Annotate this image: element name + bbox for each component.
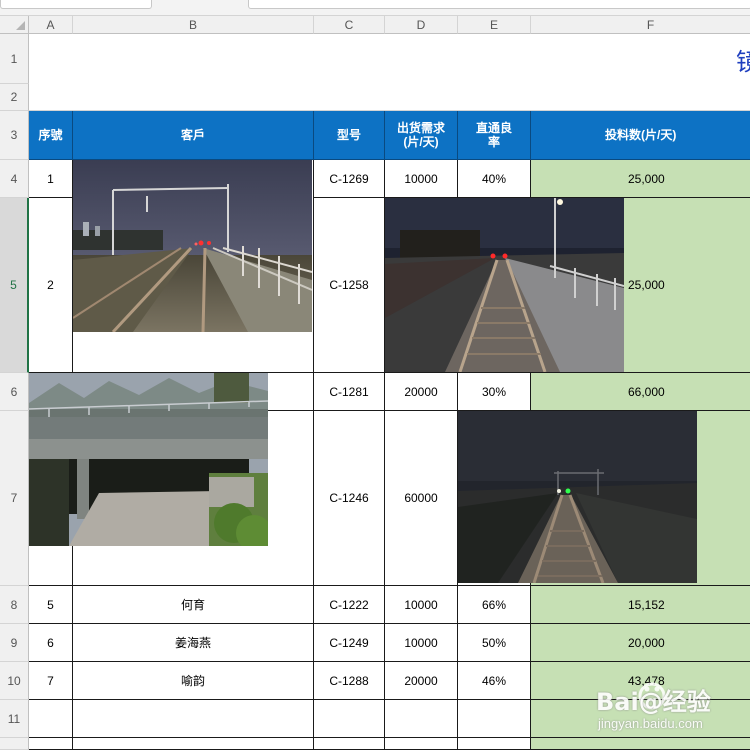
railway-night-photo-2[interactable] [458, 411, 697, 583]
cell-model[interactable]: C-1222 [314, 586, 385, 624]
cell-yield[interactable]: 30% [458, 373, 531, 411]
cell-yield[interactable]: 46% [458, 662, 531, 700]
row-header-1[interactable]: 1 [0, 34, 29, 84]
cell-empty[interactable] [531, 700, 750, 738]
cell-demand[interactable]: 20000 [385, 373, 458, 411]
cell-seq[interactable]: 1 [29, 160, 73, 198]
header-input[interactable]: 投料数(片/天) [531, 111, 750, 160]
cell-input[interactable]: 43,478 [531, 662, 750, 700]
cell-empty[interactable] [458, 700, 531, 738]
cell-input[interactable]: 20,000 [531, 624, 750, 662]
row-header-6[interactable]: 6 [0, 373, 29, 411]
sheet-title: 镜 [736, 48, 750, 76]
header-seq[interactable]: 序號 [29, 111, 73, 160]
toolbar-strip [0, 0, 750, 16]
header-customer[interactable]: 客戶 [73, 111, 314, 160]
cell-empty[interactable] [385, 738, 458, 750]
cell-empty[interactable] [531, 738, 750, 750]
bridge-photo[interactable] [29, 373, 268, 546]
header-model[interactable]: 型号 [314, 111, 385, 160]
header-yield[interactable]: 直通良率 [458, 111, 531, 160]
cell-model[interactable]: C-1249 [314, 624, 385, 662]
column-header-a[interactable]: A [29, 16, 73, 34]
railway-night-photo-1[interactable] [385, 198, 624, 372]
cell-empty[interactable] [73, 700, 314, 738]
row-header-8[interactable]: 8 [0, 586, 29, 624]
cell-empty[interactable] [385, 700, 458, 738]
formula-bar[interactable] [248, 0, 750, 9]
cell-empty[interactable] [314, 700, 385, 738]
row-header-2[interactable]: 2 [0, 84, 29, 111]
cell-yield[interactable]: 50% [458, 624, 531, 662]
cell-empty[interactable] [29, 738, 73, 750]
header-demand[interactable]: 出货需求(片/天) [385, 111, 458, 160]
cell-empty[interactable] [458, 738, 531, 750]
column-header-f[interactable]: F [531, 16, 750, 34]
row-header-12[interactable] [0, 738, 29, 750]
cell-yield[interactable]: 66% [458, 586, 531, 624]
cell-model[interactable]: C-1269 [314, 160, 385, 198]
cell-demand[interactable]: 10000 [385, 624, 458, 662]
cell-input[interactable]: 25,000 [531, 160, 750, 198]
row-header-11[interactable]: 11 [0, 700, 29, 738]
cell-seq[interactable]: 7 [29, 662, 73, 700]
cell-customer[interactable]: 姜海燕 [73, 624, 314, 662]
cell-demand[interactable]: 60000 [385, 411, 458, 586]
row-header-7[interactable]: 7 [0, 411, 29, 586]
column-header-b[interactable]: B [73, 16, 314, 34]
row-header-9[interactable]: 9 [0, 624, 29, 662]
cell-model[interactable]: C-1246 [314, 411, 385, 586]
cell-customer[interactable]: 何育 [73, 586, 314, 624]
row-header-3[interactable]: 3 [0, 111, 29, 160]
cell-seq[interactable]: 2 [29, 198, 73, 373]
cell-input[interactable]: 66,000 [531, 373, 750, 411]
title-area[interactable] [29, 34, 750, 111]
column-header-c[interactable]: C [314, 16, 385, 34]
cell-empty[interactable] [73, 738, 314, 750]
cell-customer[interactable]: 喻韵 [73, 662, 314, 700]
cell-input[interactable]: 15,152 [531, 586, 750, 624]
cell-seq[interactable]: 6 [29, 624, 73, 662]
cell-yield[interactable]: 40% [458, 160, 531, 198]
name-box[interactable] [0, 0, 152, 9]
cell-model[interactable]: C-1281 [314, 373, 385, 411]
cell-demand[interactable]: 10000 [385, 586, 458, 624]
cell-empty[interactable] [314, 738, 385, 750]
cell-demand[interactable]: 10000 [385, 160, 458, 198]
row-header-4[interactable]: 4 [0, 160, 29, 198]
cell-model[interactable]: C-1288 [314, 662, 385, 700]
railway-dusk-photo[interactable] [73, 160, 312, 332]
cell-empty[interactable] [29, 700, 73, 738]
column-header-e[interactable]: E [458, 16, 531, 34]
select-all-corner[interactable] [0, 16, 29, 34]
cell-model[interactable]: C-1258 [314, 198, 385, 373]
row-header-10[interactable]: 10 [0, 662, 29, 700]
column-header-d[interactable]: D [385, 16, 458, 34]
cell-seq[interactable]: 5 [29, 586, 73, 624]
cell-demand[interactable]: 20000 [385, 662, 458, 700]
row-header-5[interactable]: 5 [0, 198, 29, 373]
